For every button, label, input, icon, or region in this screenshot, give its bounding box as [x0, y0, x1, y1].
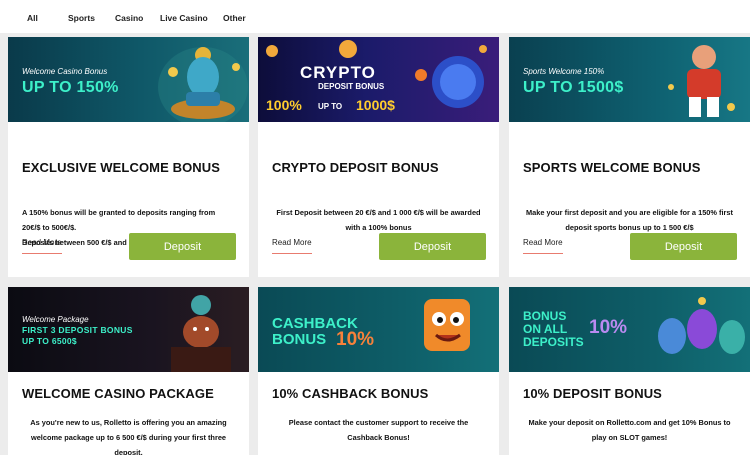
promo-description: Make your first deposit and you are elig… [526, 208, 733, 232]
banner-percent: 10% [589, 317, 628, 338]
athlete-illustration [668, 45, 735, 117]
tab-casino[interactable]: Casino [115, 13, 143, 23]
promo-title: 10% DEPOSIT BONUS [523, 386, 662, 401]
read-more-underline [523, 253, 563, 254]
promo-description: First Deposit between 20 €/$ and 1 000 €… [276, 208, 481, 232]
banner-subtitle: Welcome Casino Bonus [22, 67, 108, 76]
promo-banner[interactable]: Welcome Casino Bonus UP TO 150% [8, 37, 249, 122]
promo-banner[interactable]: Sports Welcome 150% UP TO 1500$ [509, 37, 750, 122]
promo-card-cashback: CASHBACK BONUS 10% 10% CASHBACK BONUS Pl… [258, 287, 499, 455]
banner-subtitle: Sports Welcome 150% [523, 67, 605, 76]
banner-headline: UP TO 150% [22, 79, 119, 96]
banner-subtitle: Welcome Package [22, 315, 89, 324]
banner-subheadline: BONUS [272, 331, 327, 348]
banner-amount: 1000$ [356, 97, 395, 113]
tab-live-casino[interactable]: Live Casino [160, 13, 208, 23]
deposit-button[interactable]: Deposit [129, 233, 236, 260]
promo-title: WELCOME CASINO PACKAGE [22, 386, 214, 401]
promo-card-crypto-bonus: CRYPTO DEPOSIT BONUS 100% UP TO 1000$ CR… [258, 37, 499, 277]
promo-banner[interactable]: CASHBACK BONUS 10% [258, 287, 499, 372]
promo-card-deposit-bonus: BONUS ON ALL DEPOSITS 10% 10% DEPOSIT BO… [509, 287, 750, 455]
banner-subheadline: UP TO 6500$ [22, 336, 77, 346]
mascot-illustration [424, 299, 470, 351]
promo-title: EXCLUSIVE WELCOME BONUS [22, 160, 221, 175]
read-more-link[interactable]: Read More [523, 238, 563, 247]
deposit-button[interactable]: Deposit [379, 233, 486, 260]
banner-headline: BONUS [523, 309, 567, 323]
banner-subheadline-2: DEPOSITS [523, 335, 584, 349]
tab-all[interactable]: All [27, 13, 38, 23]
casino-character-illustration [171, 295, 231, 372]
promo-title: SPORTS WELCOME BONUS [523, 160, 701, 175]
banner-subheadline: ON ALL [523, 322, 568, 336]
promo-banner[interactable]: BONUS ON ALL DEPOSITS 10% [509, 287, 750, 372]
banner-headline: UP TO 1500$ [523, 79, 624, 96]
deposit-button[interactable]: Deposit [630, 233, 737, 260]
read-more-link[interactable]: Read More [22, 238, 62, 247]
promo-description: As you're new to us, Rolletto is offerin… [30, 418, 227, 455]
tab-sports[interactable]: Sports [68, 13, 95, 23]
read-more-underline [22, 253, 62, 254]
promo-card-welcome-package: Welcome Package FIRST 3 DEPOSIT BONUS UP… [8, 287, 249, 455]
genie-illustration [158, 47, 248, 122]
read-more-link[interactable]: Read More [272, 238, 312, 247]
banner-upto: UP TO [318, 102, 343, 111]
promo-description: Please contact the customer support to r… [288, 418, 469, 442]
banner-subheadline: DEPOSIT BONUS [318, 82, 385, 91]
tab-other[interactable]: Other [223, 13, 246, 23]
promo-title: CRYPTO DEPOSIT BONUS [272, 160, 439, 175]
banner-headline: FIRST 3 DEPOSIT BONUS [22, 325, 133, 335]
promo-banner[interactable]: Welcome Package FIRST 3 DEPOSIT BONUS UP… [8, 287, 249, 372]
promo-card-sports-bonus: Sports Welcome 150% UP TO 1500$ SPORTS W… [509, 37, 750, 277]
promo-description: Make your deposit on Rolletto.com and ge… [528, 418, 731, 442]
promo-card-welcome-bonus: Welcome Casino Bonus UP TO 150% EXCLUSIV… [8, 37, 249, 277]
banner-percent: 100% [266, 97, 302, 113]
read-more-underline [272, 253, 312, 254]
promo-title: 10% CASHBACK BONUS [272, 386, 429, 401]
category-tabs: All Sports Casino Live Casino Other [0, 0, 750, 33]
promo-banner[interactable]: CRYPTO DEPOSIT BONUS 100% UP TO 1000$ [258, 37, 499, 122]
banner-percent: 10% [336, 329, 375, 350]
banner-headline: CRYPTO [300, 63, 376, 82]
dragons-illustration [658, 297, 745, 354]
